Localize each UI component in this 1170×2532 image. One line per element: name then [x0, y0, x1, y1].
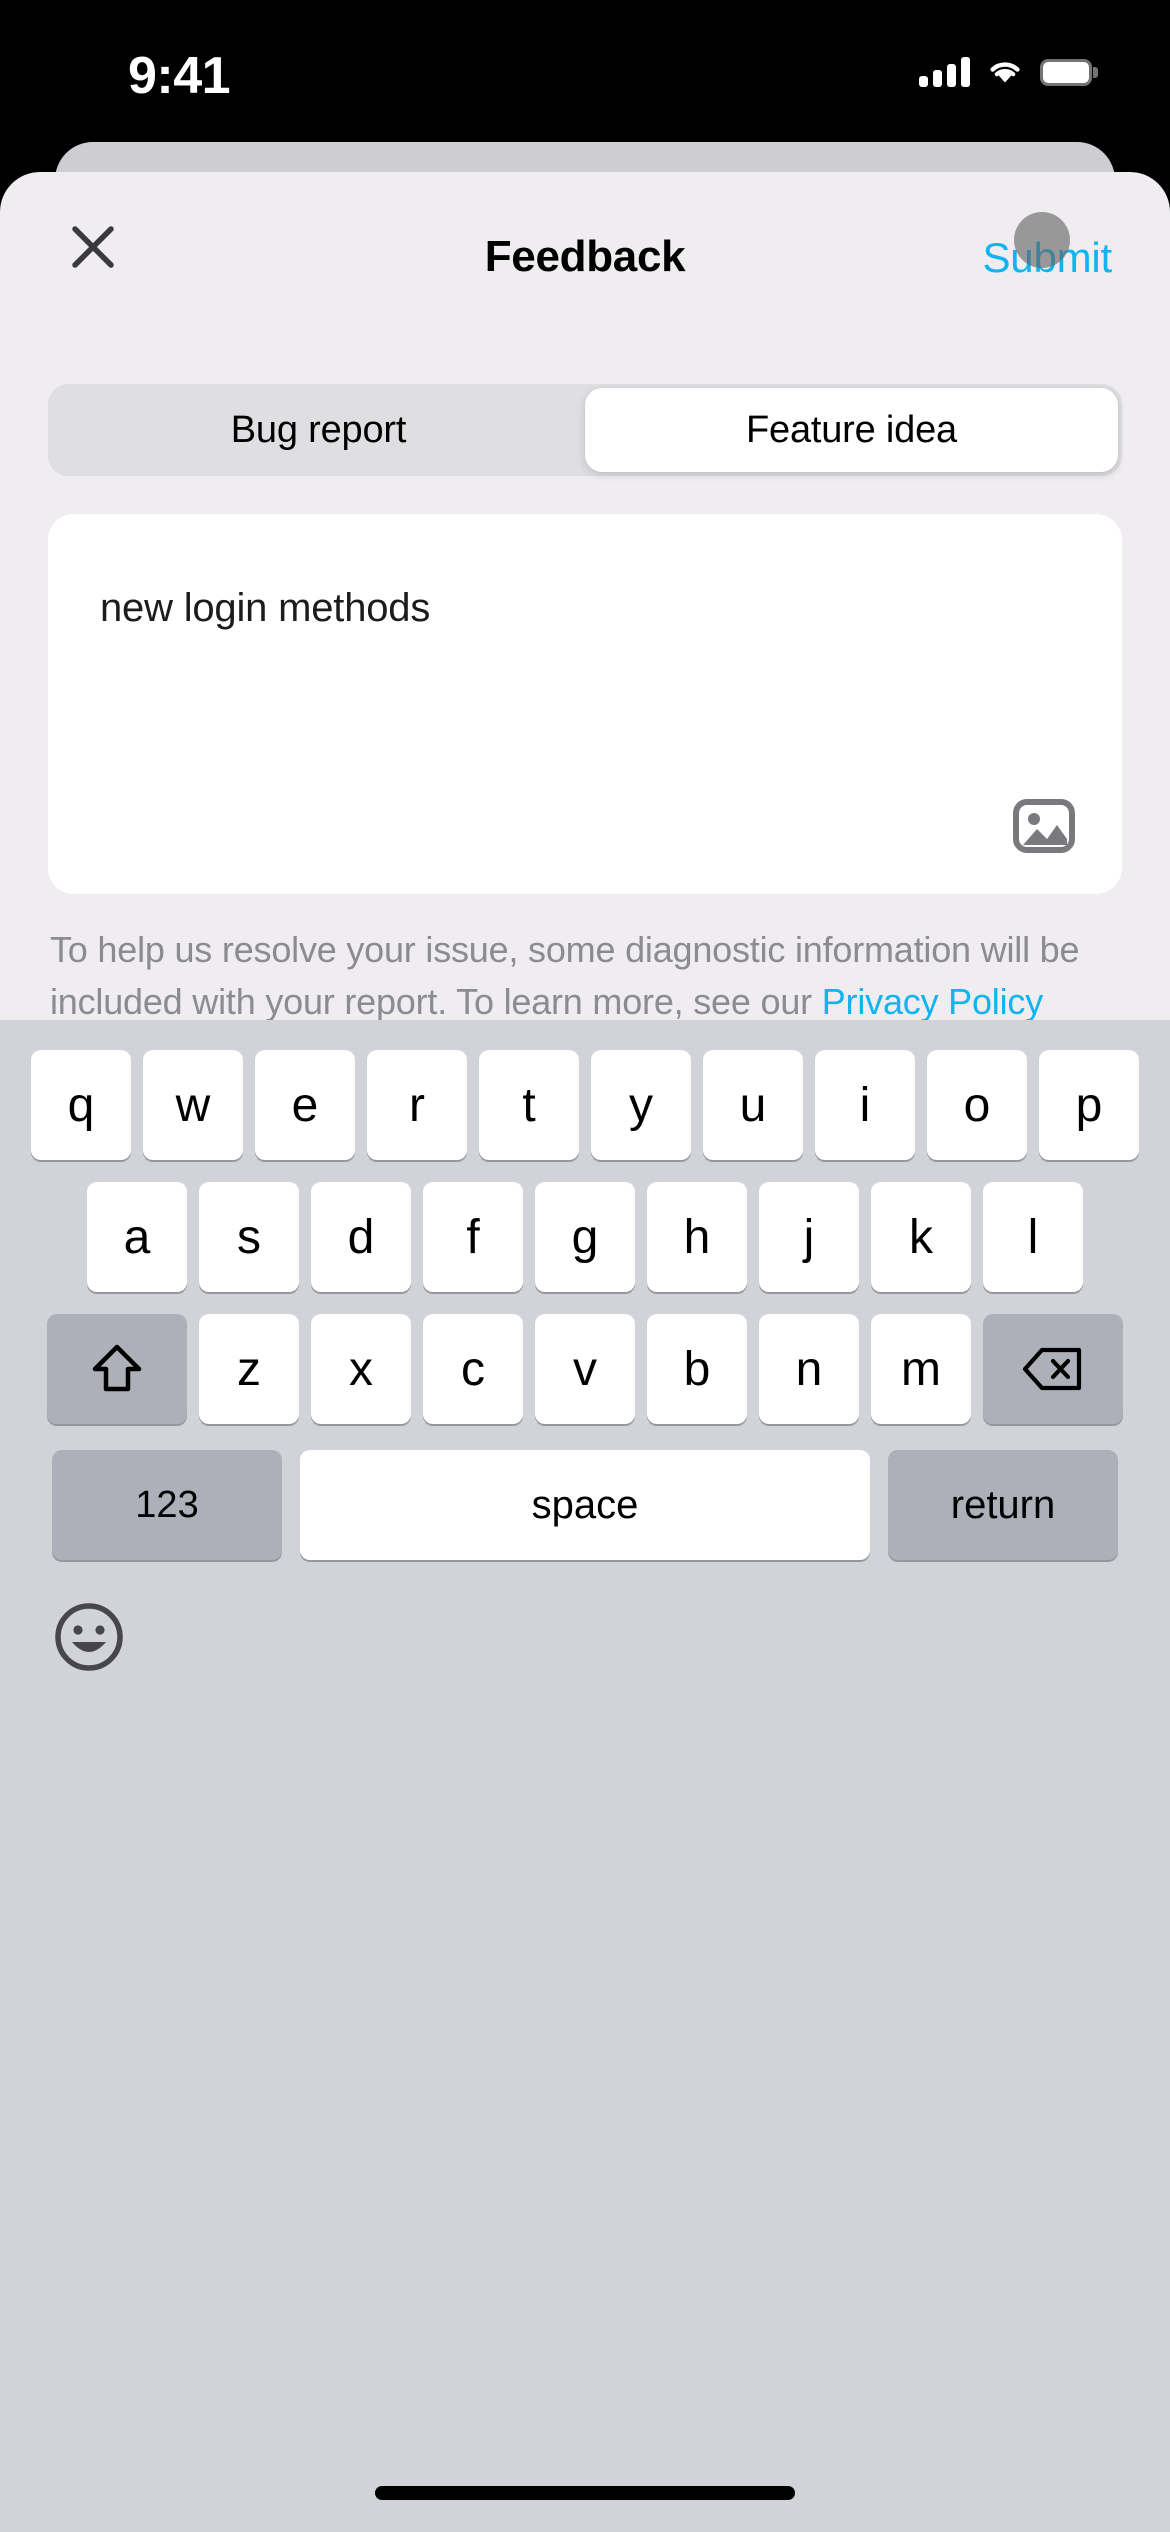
key-a[interactable]: a: [87, 1182, 187, 1292]
shift-arrow-icon: [92, 1344, 142, 1392]
touch-cursor-dot: [1014, 212, 1070, 268]
battery-full-icon: [1040, 58, 1098, 86]
key-e[interactable]: e: [255, 1050, 355, 1160]
key-w[interactable]: w: [143, 1050, 243, 1160]
keyboard-row-2: a s d f g h j k l: [0, 1182, 1170, 1292]
space-key[interactable]: space: [300, 1450, 870, 1560]
feedback-sheet: Feedback Submit Bug report Feature idea …: [0, 172, 1170, 2532]
key-x[interactable]: x: [311, 1314, 411, 1424]
home-indicator-bar: [375, 2486, 795, 2500]
key-n[interactable]: n: [759, 1314, 859, 1424]
keyboard-utility-row: [0, 1590, 1170, 1730]
onscreen-keyboard: q w e r t y u i o p a s d f g h j k l z …: [0, 1020, 1170, 2532]
diagnostic-disclaimer: To help us resolve your issue, some diag…: [50, 924, 1130, 1028]
feedback-type-segmented-control[interactable]: Bug report Feature idea: [48, 384, 1122, 476]
status-bar: 9:41: [0, 0, 1170, 145]
feedback-text-card[interactable]: new login methods: [48, 514, 1122, 894]
return-key[interactable]: return: [888, 1450, 1118, 1560]
key-g[interactable]: g: [535, 1182, 635, 1292]
key-y[interactable]: y: [591, 1050, 691, 1160]
photo-attachment-icon: [1013, 799, 1075, 853]
wifi-icon: [990, 62, 1020, 83]
key-p[interactable]: p: [1039, 1050, 1139, 1160]
key-m[interactable]: m: [871, 1314, 971, 1424]
emoji-smiley-icon: [55, 1603, 123, 1671]
key-s[interactable]: s: [199, 1182, 299, 1292]
cellular-signal-icon: [919, 57, 970, 87]
status-bar-indicators: [919, 52, 1098, 92]
key-r[interactable]: r: [367, 1050, 467, 1160]
privacy-policy-link[interactable]: Privacy Policy: [822, 981, 1043, 1022]
key-v[interactable]: v: [535, 1314, 635, 1424]
phone-screen: 9:41 Feedback Bug report Feature idea ne…: [0, 0, 1170, 2532]
key-c[interactable]: c: [423, 1314, 523, 1424]
key-b[interactable]: b: [647, 1314, 747, 1424]
segment-bug-report[interactable]: Bug report: [52, 388, 585, 472]
key-o[interactable]: o: [927, 1050, 1027, 1160]
segment-feature-idea[interactable]: Feature idea: [585, 388, 1118, 472]
backspace-delete-icon: [1022, 1347, 1082, 1391]
feedback-textarea-value[interactable]: new login methods: [100, 582, 1070, 634]
sheet-header: Feedback Submit: [0, 172, 1170, 312]
key-h[interactable]: h: [647, 1182, 747, 1292]
backspace-key[interactable]: [983, 1314, 1123, 1424]
keyboard-row-4: 123 space return: [0, 1450, 1170, 1560]
emoji-key[interactable]: [50, 1598, 128, 1676]
key-u[interactable]: u: [703, 1050, 803, 1160]
key-i[interactable]: i: [815, 1050, 915, 1160]
keyboard-row-1: q w e r t y u i o p: [0, 1050, 1170, 1160]
status-bar-time: 9:41: [128, 47, 231, 105]
keyboard-row-3: z x c v b n m: [0, 1314, 1170, 1424]
key-q[interactable]: q: [31, 1050, 131, 1160]
photo-attachment-button[interactable]: [1010, 792, 1078, 860]
key-d[interactable]: d: [311, 1182, 411, 1292]
shift-key[interactable]: [47, 1314, 187, 1424]
key-j[interactable]: j: [759, 1182, 859, 1292]
numeric-key[interactable]: 123: [52, 1450, 282, 1560]
key-f[interactable]: f: [423, 1182, 523, 1292]
key-k[interactable]: k: [871, 1182, 971, 1292]
key-t[interactable]: t: [479, 1050, 579, 1160]
key-l[interactable]: l: [983, 1182, 1083, 1292]
key-z[interactable]: z: [199, 1314, 299, 1424]
